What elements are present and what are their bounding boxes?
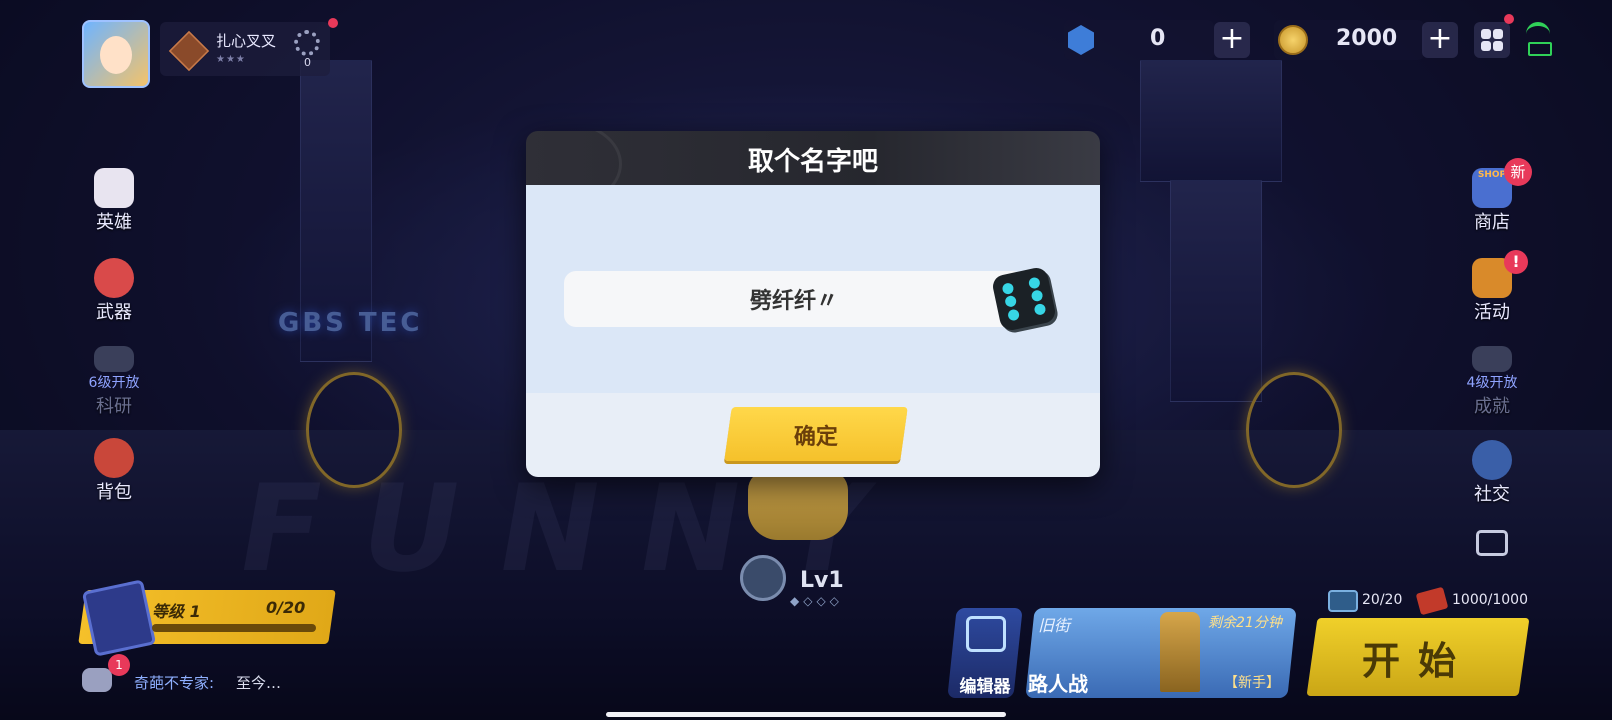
side-item-research-locked[interactable]: 6级开放 科研	[74, 346, 154, 418]
side-item-label: 活动	[1474, 302, 1510, 323]
weapon-icon	[94, 258, 134, 298]
side-item-label: 社交	[1474, 484, 1510, 505]
coin-count: 2000	[1336, 26, 1398, 51]
editor-icon	[966, 616, 1006, 652]
game-mode-label: 路人战	[1028, 672, 1088, 696]
stamina-count: 20/20	[1362, 592, 1403, 608]
notification-dot	[328, 18, 338, 28]
start-label: 开始	[1361, 639, 1474, 683]
side-item-social[interactable]: 社交	[1452, 440, 1532, 506]
side-item-heroes[interactable]: 英雄	[74, 168, 154, 234]
confirm-label: 确定	[793, 425, 838, 450]
chat-badge: 1	[108, 654, 130, 676]
add-coins-button[interactable]: +	[1422, 22, 1458, 58]
confirm-button[interactable]: 确定	[724, 407, 908, 461]
character-level: Lv1	[800, 568, 844, 593]
new-badge: 新	[1504, 158, 1532, 186]
social-icon	[1472, 440, 1512, 480]
unlock-level-label: 4级开放	[1466, 375, 1518, 391]
side-item-label: 商店	[1474, 212, 1510, 233]
side-item-label: 科研	[96, 396, 132, 417]
research-icon	[94, 346, 134, 372]
side-item-label: 成就	[1474, 396, 1510, 417]
avatar-face	[100, 36, 132, 74]
stamina-icon	[1328, 590, 1358, 612]
map-timer: 剩余21分钟	[1208, 615, 1282, 631]
wifi-icon	[1526, 22, 1550, 40]
map-thumbnail	[1160, 612, 1200, 692]
name-input[interactable]	[564, 271, 1024, 327]
side-item-label: 英雄	[96, 212, 132, 233]
ticket-count: 1000/1000	[1452, 592, 1528, 608]
chat-sender: 奇葩不专家:	[134, 674, 215, 692]
xp-progress-bar	[152, 624, 316, 632]
coin-icon	[1278, 25, 1308, 55]
player-stars: ★★★	[216, 54, 246, 65]
side-item-backpack[interactable]: 背包	[74, 438, 154, 504]
dialog-header: 取个名字吧	[526, 131, 1100, 207]
backpack-icon	[94, 438, 134, 478]
notification-dot	[1504, 14, 1514, 24]
game-mode-tag: 【新手】	[1224, 675, 1280, 691]
battery-icon	[1528, 42, 1552, 56]
chat-message[interactable]: 至今…	[236, 672, 281, 693]
hero-icon	[94, 168, 134, 208]
map-name: 旧街	[1038, 616, 1071, 635]
level-progress-dots: ◆◇◇◇	[790, 594, 843, 608]
player-character	[748, 470, 848, 540]
unlock-level-label: 6级开放	[88, 375, 140, 391]
xp-level-label: 等级 1	[152, 602, 201, 621]
level-badge-icon	[740, 555, 786, 601]
book-icon	[81, 579, 157, 657]
dialog-title: 取个名字吧	[747, 147, 878, 177]
achievement-icon	[1472, 346, 1512, 372]
gem-count: 0	[1150, 26, 1166, 51]
alert-badge: !	[1504, 250, 1528, 274]
home-indicator[interactable]	[606, 712, 1006, 717]
fullscreen-icon[interactable]	[1476, 530, 1508, 556]
gear-count: 0	[304, 56, 311, 69]
player-name: 扎心叉叉	[216, 32, 277, 50]
chat-icon[interactable]	[82, 668, 112, 692]
menu-grid-icon[interactable]	[1474, 22, 1510, 58]
add-gems-button[interactable]: +	[1214, 22, 1250, 58]
random-name-dice-icon[interactable]	[990, 265, 1058, 333]
side-item-achievements-locked[interactable]: 4级开放 成就	[1452, 346, 1532, 418]
player-avatar[interactable]	[82, 20, 150, 88]
gear-icon[interactable]	[294, 30, 320, 56]
side-item-weapons[interactable]: 武器	[74, 258, 154, 324]
side-item-label: 背包	[96, 482, 132, 503]
xp-value: 0/20	[266, 598, 306, 617]
side-item-label: 武器	[96, 302, 132, 323]
editor-label: 编辑器	[959, 677, 1011, 697]
